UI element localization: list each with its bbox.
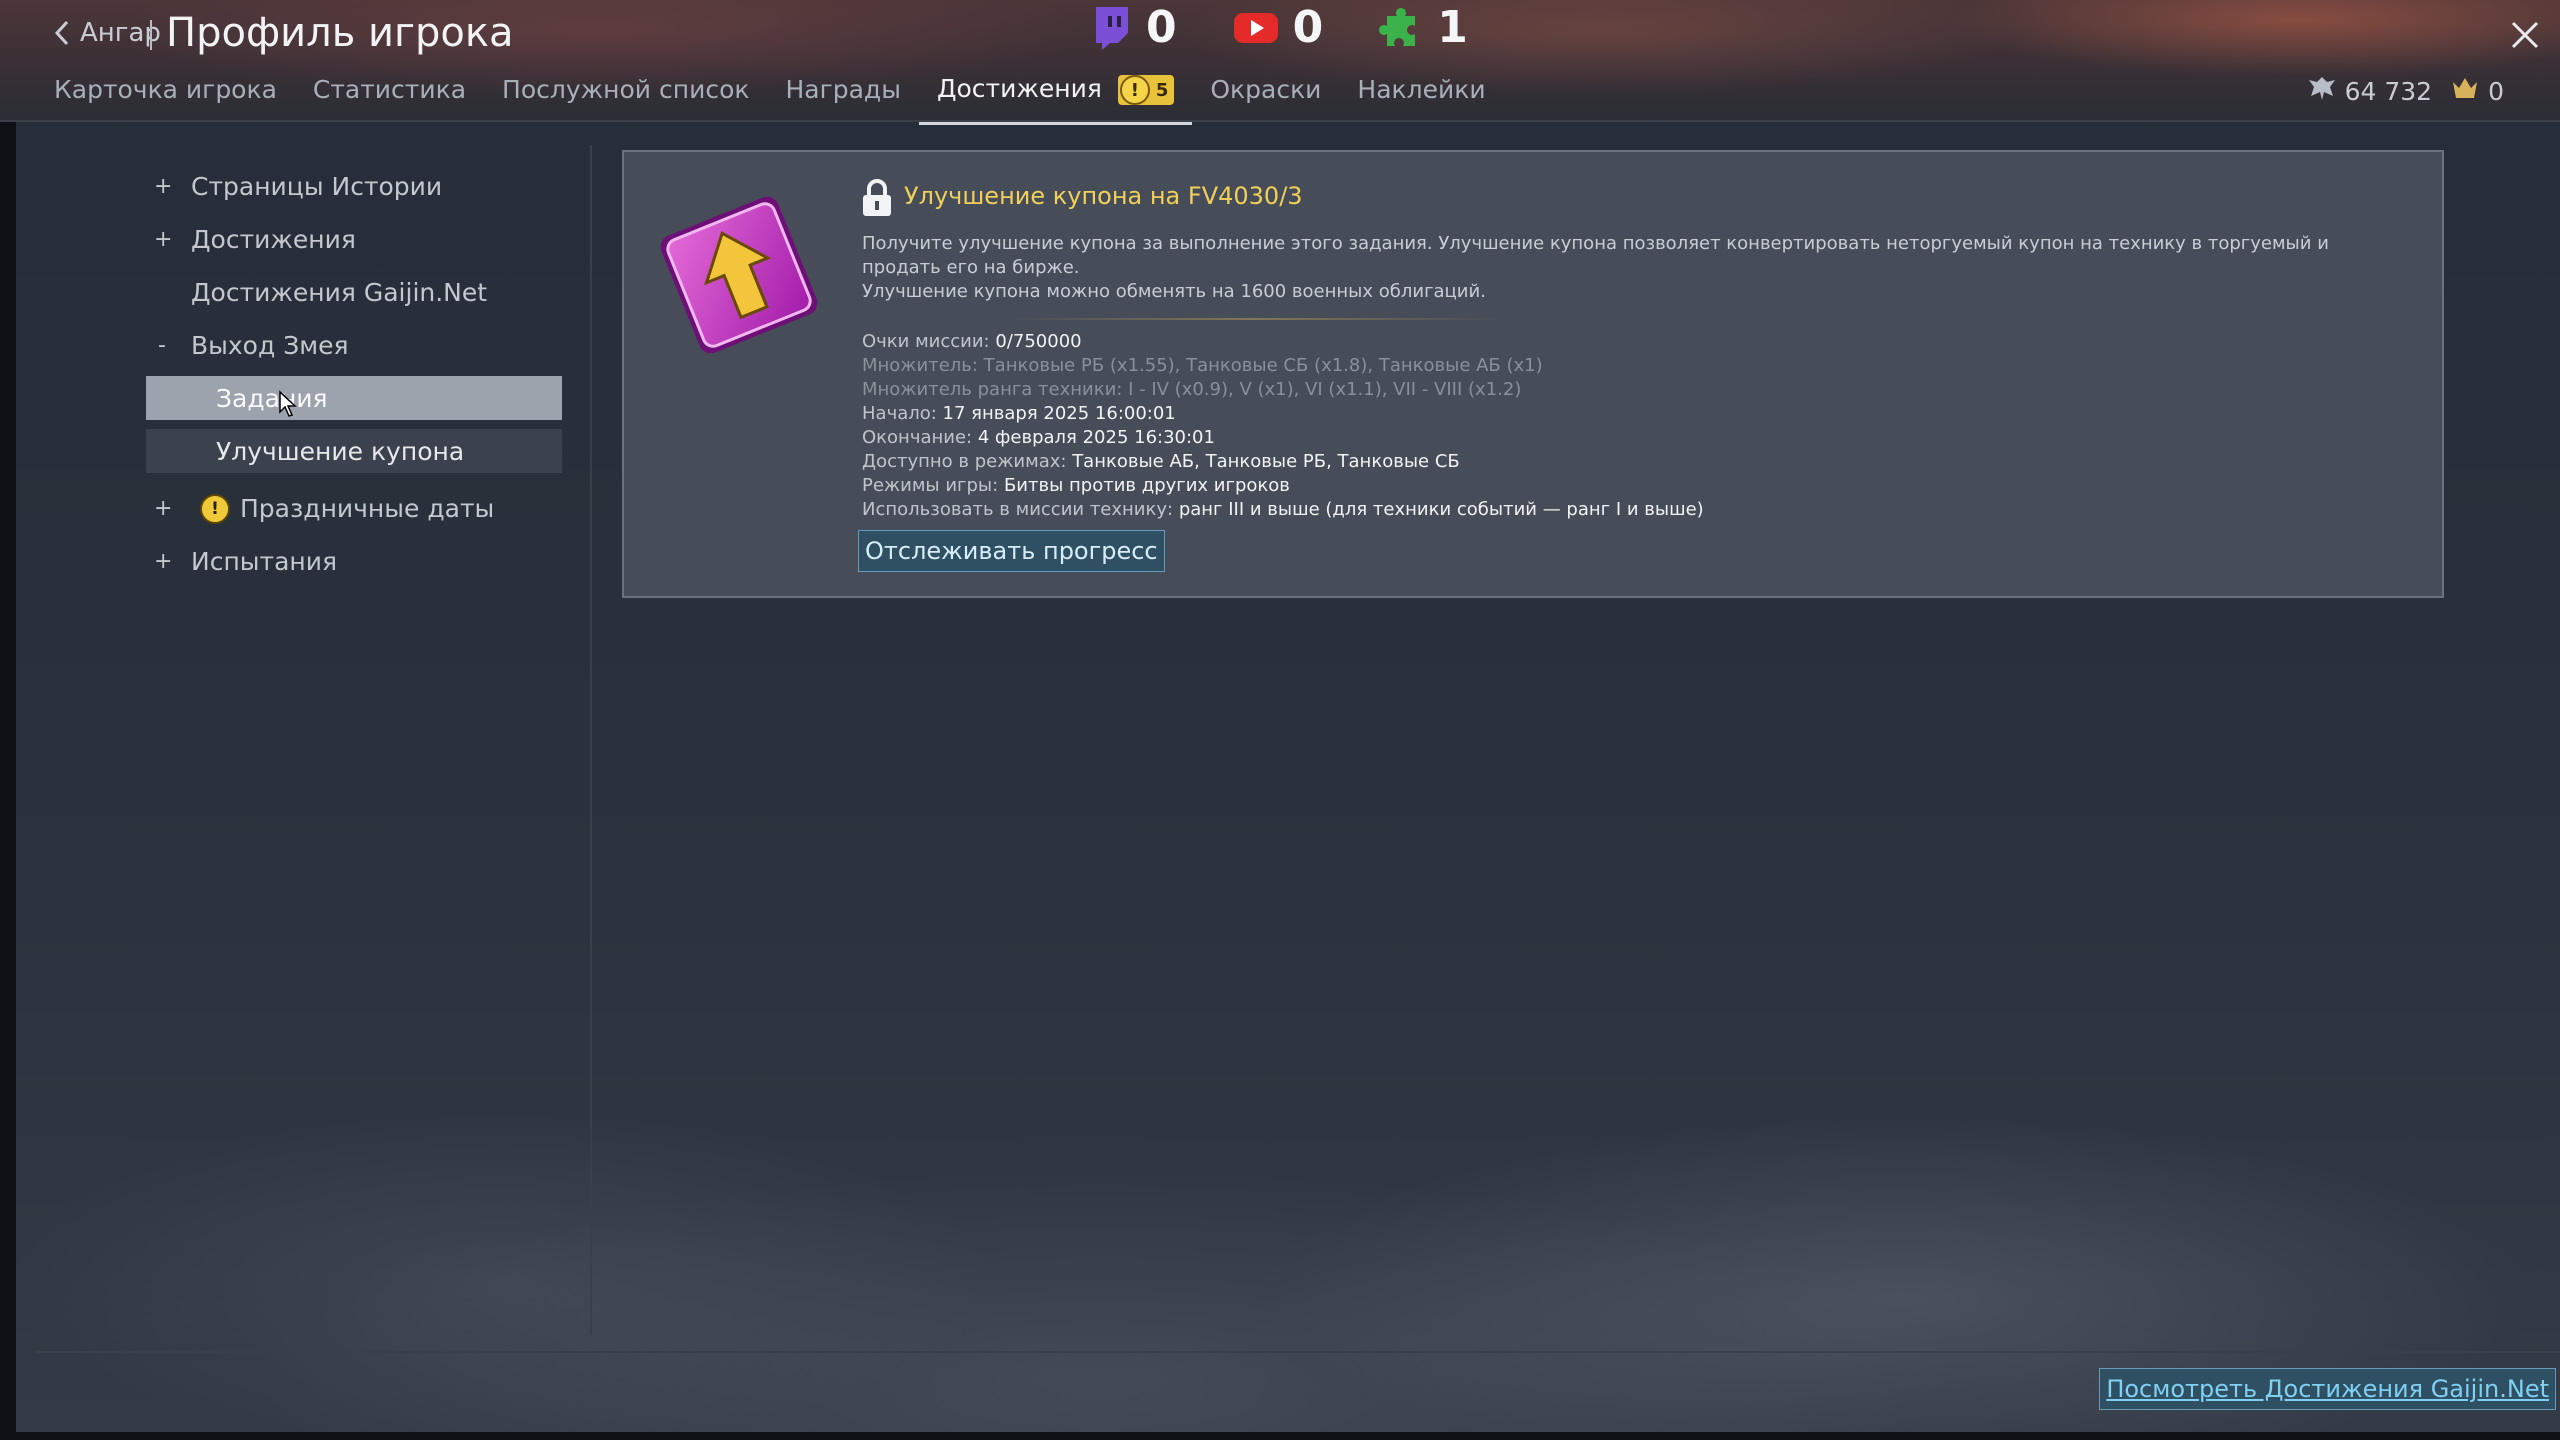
warning-icon: ! <box>1119 75 1150 105</box>
bottom-edge <box>0 1432 2560 1440</box>
sidebar-item-achievements[interactable]: + Достижения <box>146 213 562 266</box>
crown-icon <box>2450 74 2480 108</box>
twitch-icon <box>1096 6 1128 50</box>
game-modes-row: Режимы игры: Битвы против других игроков <box>862 474 1704 498</box>
crowns-amount: 0 <box>2488 76 2504 106</box>
chevron-left-icon <box>54 20 69 46</box>
start-row: Начало: 17 января 2025 16:00:01 <box>862 402 1704 426</box>
sidebar-subitem-label: Улучшение купона <box>216 436 465 466</box>
lock-icon <box>860 178 894 222</box>
footer-divider <box>36 1351 2560 1353</box>
youtube-counter[interactable]: 0 <box>1233 2 1324 53</box>
sidebar-item-label: Испытания <box>191 547 338 576</box>
expand-toggle[interactable]: + <box>154 174 172 199</box>
tab-decals[interactable]: Наклейки <box>1357 75 1485 114</box>
sidebar-item-label: Праздничные даты <box>240 494 495 523</box>
sidebar-item-label: Страницы Истории <box>191 172 443 201</box>
label: Очки миссии: <box>862 331 990 352</box>
collapse-toggle[interactable]: - <box>154 333 170 358</box>
value: Танковые АБ, Танковые РБ, Танковые СБ <box>1072 451 1460 472</box>
sidebar-item-label: Достижения Gaijin.Net <box>191 278 488 307</box>
tab-statistics[interactable]: Статистика <box>313 75 466 114</box>
sidebar-subitem-tasks[interactable]: Задания <box>146 376 562 420</box>
eagles-amount: 64 732 <box>2344 76 2433 106</box>
expand-toggle[interactable]: + <box>154 549 172 574</box>
back-label: Ангар <box>80 18 161 48</box>
mouse-cursor-icon <box>279 390 297 417</box>
value: 0/750000 <box>995 331 1082 352</box>
tab-awards[interactable]: Награды <box>785 75 900 114</box>
description-line: Получите улучшение купона за выполнение … <box>862 233 2329 278</box>
eagle-icon <box>2307 74 2337 108</box>
label: Начало: <box>862 403 937 424</box>
mission-description: Получите улучшение купона за выполнение … <box>862 232 2382 304</box>
achievements-badge-count: 5 <box>1155 79 1169 101</box>
track-progress-button[interactable]: Отслеживать прогресс <box>858 530 1165 572</box>
tab-achievements-label: Достижения <box>936 74 1102 103</box>
label: Режимы игры: <box>862 475 999 496</box>
mission-info: Очки миссии: 0/750000 Множитель: Танковы… <box>862 330 1704 522</box>
progress-bar <box>1004 318 1504 320</box>
value: 17 января 2025 16:00:01 <box>942 403 1176 424</box>
sidebar-item-gaijin-achievements[interactable]: Достижения Gaijin.Net <box>146 266 562 319</box>
achievements-sidebar: + Страницы Истории + Достижения Достижен… <box>146 160 562 588</box>
expand-toggle[interactable]: + <box>154 227 172 252</box>
rank-multiplier-row: Множитель ранга техники: I - IV (x0.9), … <box>862 379 1522 400</box>
social-counters: 0 0 1 <box>1090 2 1524 53</box>
sidebar-item-history-pages[interactable]: + Страницы Истории <box>146 160 562 213</box>
puzzle-icon <box>1379 7 1416 46</box>
view-gaijin-achievements-button[interactable]: Посмотреть Достижения Gaijin.Net <box>2099 1368 2556 1410</box>
close-icon <box>2511 21 2539 49</box>
header: Ангар Профиль игрока 0 0 1 Карточка игро… <box>0 0 2560 125</box>
sidebar-subitem-label: Задания <box>216 383 328 413</box>
coupon-upgrade-icon <box>654 190 824 364</box>
tab-skins[interactable]: Окраски <box>1210 75 1321 114</box>
mission-title: Улучшение купона на FV4030/3 <box>904 182 1303 210</box>
sidebar-divider <box>590 145 592 1335</box>
puzzle-counter[interactable]: 1 <box>1379 2 1468 53</box>
twitch-counter[interactable]: 0 <box>1090 2 1177 53</box>
tab-achievements[interactable]: Достижения ! 5 <box>918 74 1193 125</box>
youtube-count: 0 <box>1292 2 1324 53</box>
sidebar-item-label: Достижения <box>191 225 356 254</box>
close-button[interactable] <box>2510 20 2540 54</box>
sidebar-item-snake-exit[interactable]: - Выход Змея <box>146 319 562 372</box>
description-line: Улучшение купона можно обменять на 1600 … <box>862 281 1486 302</box>
tab-player-card[interactable]: Карточка игрока <box>54 75 277 114</box>
back-button[interactable]: Ангар <box>54 18 161 48</box>
mission-card: Улучшение купона на FV4030/3 Получите ул… <box>622 150 2444 598</box>
left-edge <box>0 0 16 1440</box>
sidebar-item-label: Выход Змея <box>191 331 349 360</box>
sidebar-subitem-coupon-upgrade[interactable]: Улучшение купона <box>146 429 562 473</box>
divider <box>150 20 152 50</box>
warning-icon: ! <box>200 493 230 524</box>
currency-panel: 64 732 0 <box>2307 74 2504 108</box>
value: 4 февраля 2025 16:30:01 <box>977 427 1215 448</box>
modes-row: Доступно в режимах: Танковые АБ, Танковы… <box>862 450 1704 474</box>
sidebar-item-challenges[interactable]: + Испытания <box>146 535 562 588</box>
tab-service-record[interactable]: Послужной список <box>502 75 749 114</box>
puzzle-count: 1 <box>1437 2 1468 53</box>
expand-toggle[interactable]: + <box>154 496 172 521</box>
twitch-count: 0 <box>1146 2 1177 53</box>
page-title: Профиль игрока <box>166 10 514 56</box>
label: Доступно в режимах: <box>862 451 1067 472</box>
achievements-badge: ! 5 <box>1117 75 1175 105</box>
mission-points-row: Очки миссии: 0/750000 <box>862 330 1704 354</box>
youtube-icon <box>1233 12 1278 43</box>
profile-tabs: Карточка игрока Статистика Послужной спи… <box>54 74 1522 125</box>
vehicles-row: Использовать в миссии технику: ранг III … <box>862 498 1704 522</box>
label: Использовать в миссии технику: <box>862 499 1174 520</box>
multiplier-row: Множитель: Танковые РБ (x1.55), Танковые… <box>862 355 1543 376</box>
value: ранг III и выше (для техники событий — р… <box>1178 499 1704 520</box>
end-row: Окончание: 4 февраля 2025 16:30:01 <box>862 426 1704 450</box>
sidebar-item-holidays[interactable]: + ! Праздничные даты <box>146 482 562 535</box>
value: Битвы против других игроков <box>1003 475 1290 496</box>
label: Окончание: <box>862 427 973 448</box>
